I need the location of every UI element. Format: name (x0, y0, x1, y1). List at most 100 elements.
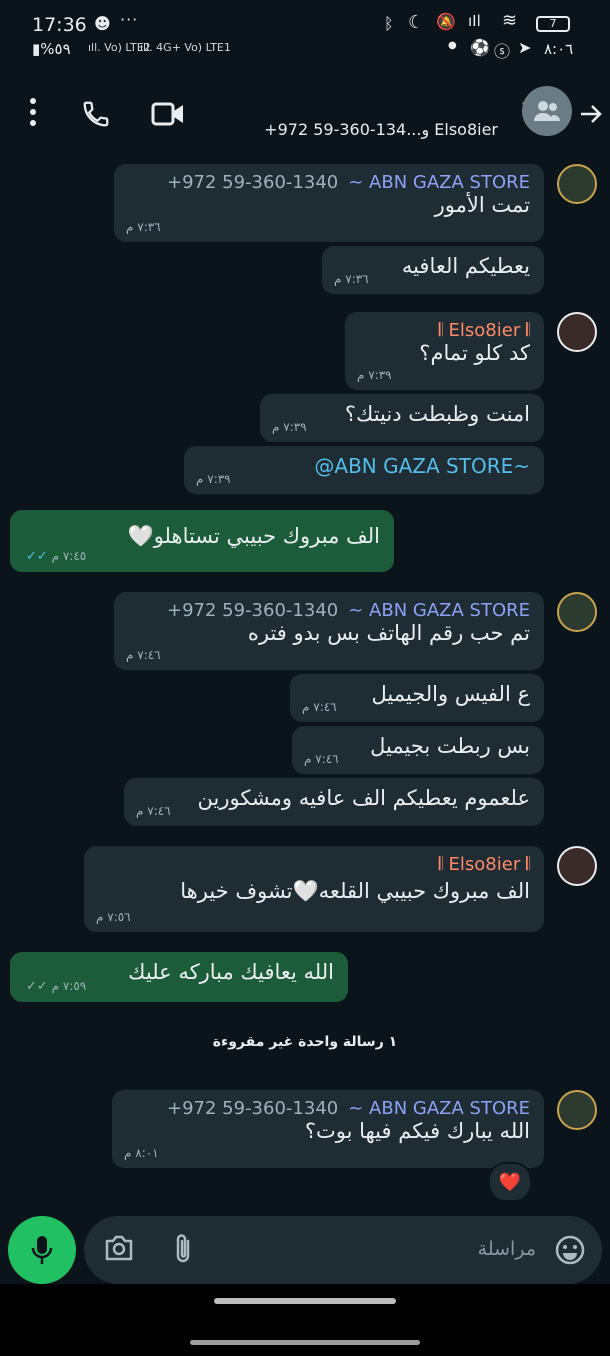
microphone-button[interactable] (8, 1216, 76, 1284)
message-bubble[interactable]: بس ربطت بجيميل ٧:٤٦ م (292, 726, 544, 774)
message-time: ٧:٣٩ م (196, 472, 231, 486)
message-bubble[interactable]: ع الفيس والجيميل ٧:٤٦ م (290, 674, 544, 722)
message-time: ٨:٠١ م (124, 1146, 159, 1160)
soccer-icon: ⚽ (470, 38, 490, 57)
sender-phone: +972 59-360-1340 (167, 600, 339, 621)
status-clock-right: ٨:٠٦ (544, 40, 574, 58)
message-text: علعموم يعطيكم الف عافيه ومشكورين (197, 786, 531, 810)
sender-phone: +972 59-360-1340 (167, 1098, 339, 1119)
status-time: 17:36 (32, 14, 87, 36)
outgoing-message-bubble[interactable]: الف مبروك حبيبي تستاهلو🤍 ٧:٤٥ م ✓✓ (10, 510, 394, 572)
message-time: ٧:٥٦ م (96, 910, 131, 924)
sender-avatar-elso8ier[interactable] (557, 846, 597, 886)
battery-icon: 7 (536, 16, 570, 32)
wifi-icon: ≋ (502, 10, 518, 31)
sender-avatar-elso8ier[interactable] (557, 312, 597, 352)
sender-phone: +972 59-360-1340 (167, 172, 339, 193)
sender-avatar-abn[interactable] (557, 164, 597, 204)
video-call-icon[interactable] (146, 94, 190, 134)
read-ticks-icon: ✓✓ (26, 979, 48, 994)
message-text: تم حب رقم الهاتف بس بدو فتره (247, 621, 530, 645)
message-text: الف مبروك حبيبي القلعه🤍تشوف خيرها (180, 879, 530, 903)
group-avatar[interactable] (522, 86, 572, 136)
voice-call-icon[interactable] (76, 94, 116, 134)
app-notification-icon: ☻ (94, 14, 111, 33)
mute-icon: 🔕 (436, 12, 456, 31)
message-time-text: ٧:٤٥ م (51, 549, 87, 563)
message-time: ٧:٣٩ م (357, 368, 392, 382)
message-bubble[interactable]: @ABN GAZA STORE~ ٧:٣٩ م (184, 446, 544, 494)
message-time: ٧:٥٩ م ✓✓ (22, 979, 86, 994)
message-bubble[interactable]: 𝄃 Elso8ier 𝄃 كد كلو تمام؟ ٧:٣٩ م (345, 312, 544, 390)
message-text: تمت الأمور (434, 193, 530, 217)
mention-text[interactable]: @ABN GAZA STORE~ (198, 454, 530, 478)
message-input[interactable]: مراسلة (84, 1216, 602, 1284)
arrow-right-icon[interactable] (576, 96, 606, 132)
message-text: بس ربطت بجيميل (370, 734, 530, 758)
outgoing-message-bubble[interactable]: الله يعافيك مباركه عليك ٧:٥٩ م ✓✓ (10, 952, 348, 1002)
sender-avatar-abn[interactable] (557, 592, 597, 632)
message-time: ٧:٤٥ م ✓✓ (22, 549, 86, 564)
telegram-icon: ➤ (518, 38, 532, 57)
network-right-text: 4G+ Vo) LTE1 (156, 41, 231, 54)
message-time: ٧:٤٦ م (126, 648, 161, 662)
chat-title[interactable]: +972 59-360-134...و Elso8ier (264, 120, 498, 139)
message-bubble[interactable]: يعطيكم العافيه ٧:٣٦ م (322, 246, 544, 294)
battery-percent-text: %٥٩ (40, 40, 71, 58)
emoji-icon[interactable] (554, 1234, 586, 1270)
system-navigation-bar (0, 1284, 610, 1356)
message-text: كد كلو تمام؟ (419, 341, 530, 365)
signal-lte1: ıll. 4G+ Vo) LTE1 (140, 41, 231, 54)
more-options-icon[interactable] (20, 92, 46, 132)
battery-percent: ▮%٥٩ (32, 40, 71, 58)
message-text: ع الفيس والجيميل (371, 682, 531, 706)
message-bubble[interactable]: امنت وظبطت دنيتك؟ ٧:٣٩ م (260, 394, 544, 442)
cell-signal-icon: ıIl (468, 12, 481, 30)
sender-label: Elso8ier (448, 320, 521, 341)
unread-divider: ١ رسالة واحدة غير مقروءة (212, 1034, 398, 1050)
status-bar: 17:36 ☻ ··· ▮%٥٩ ıll. Vo) LTE2 ıll. 4G+ … (0, 0, 610, 70)
sender-name: 𝄃 Elso8ier 𝄃 (438, 320, 530, 341)
message-bubble[interactable]: +972 59-360-1340 ~ ABN GAZA STORE تم حب ر… (114, 592, 544, 670)
bluetooth-icon: ᛒ (384, 14, 394, 33)
message-text: الف مبروك حبيبي تستاهلو🤍 (127, 524, 380, 548)
message-text: الله يبارك فيكم فيها بوت؟ (304, 1119, 530, 1143)
sender-label: ABN GAZA STORE (369, 600, 530, 621)
message-bubble[interactable]: +972 59-360-1340 ~ ABN GAZA STORE تمت الأ… (114, 164, 544, 242)
sender-label: ABN GAZA STORE (369, 172, 530, 193)
sender-name: +972 59-360-1340 ~ ABN GAZA STORE (167, 1098, 530, 1119)
message-time: ٧:٤٦ م (304, 752, 339, 766)
message-time: ٧:٣٩ م (272, 420, 307, 434)
gesture-handle[interactable] (214, 1298, 396, 1304)
microphone-icon (31, 1236, 53, 1264)
chat-header: +972 59-360-134...و Elso8ier ·· (0, 72, 610, 154)
message-list[interactable]: +972 59-360-1340 ~ ABN GAZA STORE تمت الأ… (0, 154, 610, 1284)
camera-icon[interactable] (104, 1234, 134, 1266)
sender-name: +972 59-360-1340 ~ ABN GAZA STORE (167, 600, 530, 621)
message-text: امنت وظبطت دنيتك؟ (344, 402, 530, 426)
group-icon (534, 101, 560, 121)
gesture-bar[interactable] (190, 1340, 420, 1345)
message-placeholder: مراسلة (477, 1238, 536, 1260)
message-bubble[interactable]: +972 59-360-1340 ~ ABN GAZA STORE الله يب… (112, 1090, 544, 1168)
sender-label: ABN GAZA STORE (369, 1098, 530, 1119)
message-bubble[interactable]: علعموم يعطيكم الف عافيه ومشكورين ٧:٤٦ م (124, 778, 544, 826)
sender-name: 𝄃 Elso8ier 𝄃 (438, 854, 530, 875)
message-bubble[interactable]: 𝄃 Elso8ier 𝄃 الف مبروك حبيبي القلعه🤍تشوف… (84, 846, 544, 932)
sender-avatar-abn[interactable] (557, 1090, 597, 1130)
battery-level: 7 (549, 17, 557, 30)
sender-name: +972 59-360-1340 ~ ABN GAZA STORE (167, 172, 530, 193)
circle-app-icon: ⓢ (494, 42, 511, 61)
read-ticks-icon: ✓✓ (26, 549, 48, 564)
reaction-emoji: ❤️ (498, 1171, 522, 1193)
message-time: ٧:٤٦ م (136, 804, 171, 818)
message-time: ٧:٣٦ م (334, 272, 369, 286)
moon-icon: ☾ (408, 12, 425, 33)
more-notifications-indicator: ··· (120, 10, 139, 29)
message-time: ٧:٣٦ م (126, 220, 161, 234)
composer-bar: مراسلة (0, 1212, 610, 1284)
reaction-heart-icon[interactable]: ❤️ (488, 1162, 532, 1202)
message-time-text: ٧:٥٩ م (51, 979, 87, 993)
message-time: ٧:٤٦ م (302, 700, 337, 714)
attach-icon[interactable] (172, 1232, 194, 1270)
